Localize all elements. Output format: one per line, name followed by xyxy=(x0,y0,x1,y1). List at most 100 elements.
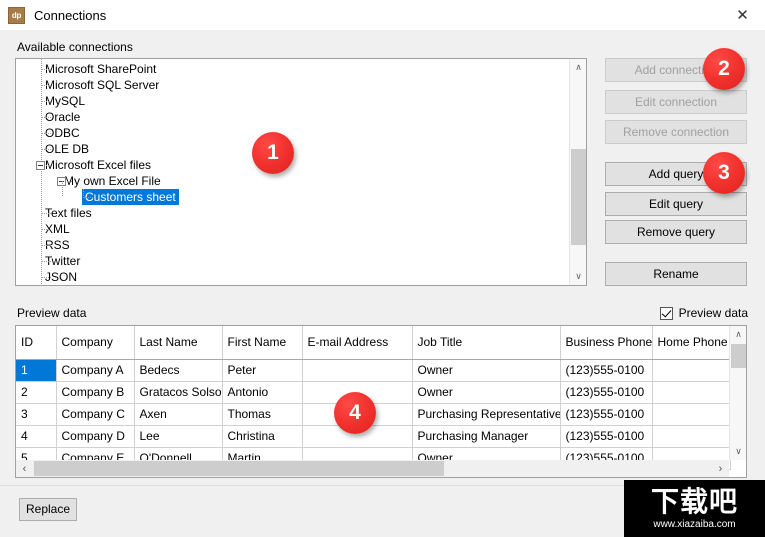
grid-horizontal-scrollbar[interactable]: ‹ › xyxy=(16,460,729,477)
column-header[interactable]: Business Phone xyxy=(560,326,653,360)
table-cell[interactable]: Axen xyxy=(134,403,223,426)
table-cell[interactable]: Christina xyxy=(222,425,303,448)
close-icon[interactable]: ✕ xyxy=(720,0,765,30)
preview-table: ID Company Last Name First Name E-mail Addre… xyxy=(16,326,731,470)
table-cell[interactable]: Peter xyxy=(222,359,303,382)
chevron-up-icon[interactable]: ∧ xyxy=(730,326,746,343)
column-header[interactable]: ID xyxy=(16,326,57,360)
table-cell[interactable]: Antonio xyxy=(222,381,303,404)
preview-data-checkbox[interactable] xyxy=(659,306,673,320)
tree-connector-line xyxy=(42,117,51,118)
tree-items-container: Microsoft SharePoint Microsoft SQL Server… xyxy=(16,59,568,285)
annotation-badge-1: 1 xyxy=(252,132,294,174)
table-row[interactable]: 2Company BGratacos SolsonaAntonio Owner(1… xyxy=(16,381,731,404)
tree-item-label: Microsoft SQL Server xyxy=(45,78,160,92)
collapse-minus-icon[interactable] xyxy=(36,161,45,170)
tree-vertical-scrollbar[interactable]: ∧ ∨ xyxy=(569,59,586,285)
edit-query-button[interactable]: Edit query xyxy=(605,192,747,216)
table-cell[interactable] xyxy=(652,425,731,448)
tree-item-microsoft-sql-server[interactable]: Microsoft SQL Server xyxy=(16,77,568,93)
grid-vscrollbar-thumb[interactable] xyxy=(731,344,746,368)
tree-connector-line xyxy=(42,245,51,246)
chevron-down-icon[interactable]: ∨ xyxy=(570,268,586,285)
table-cell[interactable]: Purchasing Manager xyxy=(412,425,561,448)
table-cell[interactable]: Owner xyxy=(412,359,561,382)
tree-item-rss[interactable]: RSS xyxy=(16,237,568,253)
title-bar: dp Connections ✕ xyxy=(0,0,765,30)
table-cell[interactable]: (123)555-0100 xyxy=(560,403,653,426)
annotation-badge-3: 3 xyxy=(703,152,745,194)
chevron-down-icon[interactable]: ∨ xyxy=(730,443,746,460)
table-cell[interactable]: Lee xyxy=(134,425,223,448)
remove-query-button[interactable]: Remove query xyxy=(605,220,747,244)
preview-data-label: Preview data xyxy=(17,306,87,320)
tree-connector-line xyxy=(42,261,51,262)
tree-item-label: Microsoft Excel files xyxy=(45,158,152,172)
table-row[interactable]: 1 Company A Bedecs Peter Owner (123)555-0100 xyxy=(16,359,731,382)
table-cell[interactable] xyxy=(302,359,413,382)
column-header[interactable]: Job Title xyxy=(412,326,561,360)
tree-item-oracle[interactable]: Oracle xyxy=(16,109,568,125)
column-header[interactable]: Company xyxy=(56,326,135,360)
connections-dialog: dp Connections ✕ Available connections M… xyxy=(0,0,765,537)
grid-hscrollbar-thumb[interactable] xyxy=(34,461,444,476)
column-header[interactable]: Last Name xyxy=(134,326,223,360)
tree-connector-line xyxy=(42,229,51,230)
table-cell[interactable]: Thomas xyxy=(222,403,303,426)
table-cell[interactable]: Company B xyxy=(56,381,135,404)
replace-button[interactable]: Replace xyxy=(19,498,77,521)
tree-item-customers-sheet[interactable]: Customers sheet xyxy=(16,189,568,205)
table-cell[interactable]: Company D xyxy=(56,425,135,448)
tree-connector-line xyxy=(42,85,51,86)
table-cell[interactable]: (123)555-0100 xyxy=(560,381,653,404)
preview-data-checkbox-label: Preview data xyxy=(678,306,748,320)
available-connections-label: Available connections xyxy=(17,40,133,54)
table-cell[interactable] xyxy=(652,403,731,426)
tree-connector-line xyxy=(42,149,51,150)
table-cell[interactable]: Purchasing Representative xyxy=(412,403,561,426)
column-header[interactable]: E-mail Address xyxy=(302,326,413,360)
row-id-cell[interactable]: 2 xyxy=(16,381,57,404)
table-cell[interactable]: Owner xyxy=(412,381,561,404)
tree-item-text-files[interactable]: Text files xyxy=(16,205,568,221)
tree-scrollbar-thumb[interactable] xyxy=(571,149,586,245)
tree-item-twitter[interactable]: Twitter xyxy=(16,253,568,269)
table-cell[interactable]: Gratacos Solsona xyxy=(134,381,223,404)
tree-item-microsoft-sharepoint[interactable]: Microsoft SharePoint xyxy=(16,61,568,77)
table-cell[interactable]: (123)555-0100 xyxy=(560,425,653,448)
table-cell[interactable] xyxy=(652,359,731,382)
table-cell[interactable] xyxy=(652,381,731,404)
chevron-up-icon[interactable]: ∧ xyxy=(570,59,586,76)
tree-item-label: Customers sheet xyxy=(82,189,179,205)
row-id-cell[interactable]: 1 xyxy=(16,359,57,382)
table-row[interactable]: 4 Company D Lee Christina Purchasing Manager… xyxy=(16,425,731,448)
row-id-cell[interactable]: 4 xyxy=(16,425,57,448)
tree-item-xml[interactable]: XML xyxy=(16,221,568,237)
remove-connection-button[interactable]: Remove connection xyxy=(605,120,747,144)
column-header[interactable]: First Name xyxy=(222,326,303,360)
chevron-left-icon[interactable]: ‹ xyxy=(16,460,33,477)
available-connections-tree[interactable]: Microsoft SharePoint Microsoft SQL Server… xyxy=(15,58,587,286)
tree-trunk-line-level2 xyxy=(83,189,84,198)
column-header[interactable]: Home Phone xyxy=(652,326,731,360)
rename-button[interactable]: Rename xyxy=(605,262,747,286)
row-id-cell[interactable]: 3 xyxy=(16,403,57,426)
watermark-url: www.xiazaiba.com xyxy=(653,518,736,530)
tree-item-odbc[interactable]: ODBC xyxy=(16,125,568,141)
preview-data-grid[interactable]: ID Company Last Name First Name E-mail Addre… xyxy=(15,325,747,478)
edit-connection-button[interactable]: Edit connection xyxy=(605,90,747,114)
grid-vertical-scrollbar[interactable]: ∧ ∨ xyxy=(729,326,746,460)
window-title: Connections xyxy=(34,7,107,23)
preview-data-checkbox-row[interactable]: Preview data xyxy=(659,306,748,320)
tree-item-json[interactable]: JSON xyxy=(16,269,568,285)
tree-item-mysql[interactable]: MySQL xyxy=(16,93,568,109)
table-cell[interactable]: Company C xyxy=(56,403,135,426)
site-watermark: 下载吧 www.xiazaiba.com xyxy=(624,480,765,537)
table-cell[interactable]: (123)555-0100 xyxy=(560,359,653,382)
tree-trunk-line-level1 xyxy=(62,181,63,197)
table-cell[interactable]: Bedecs xyxy=(134,359,223,382)
tree-connector-line xyxy=(42,277,51,278)
table-cell[interactable]: Company A xyxy=(56,359,135,382)
tree-item-my-own-excel-file[interactable]: My own Excel File xyxy=(16,173,568,189)
chevron-right-icon[interactable]: › xyxy=(712,460,729,477)
